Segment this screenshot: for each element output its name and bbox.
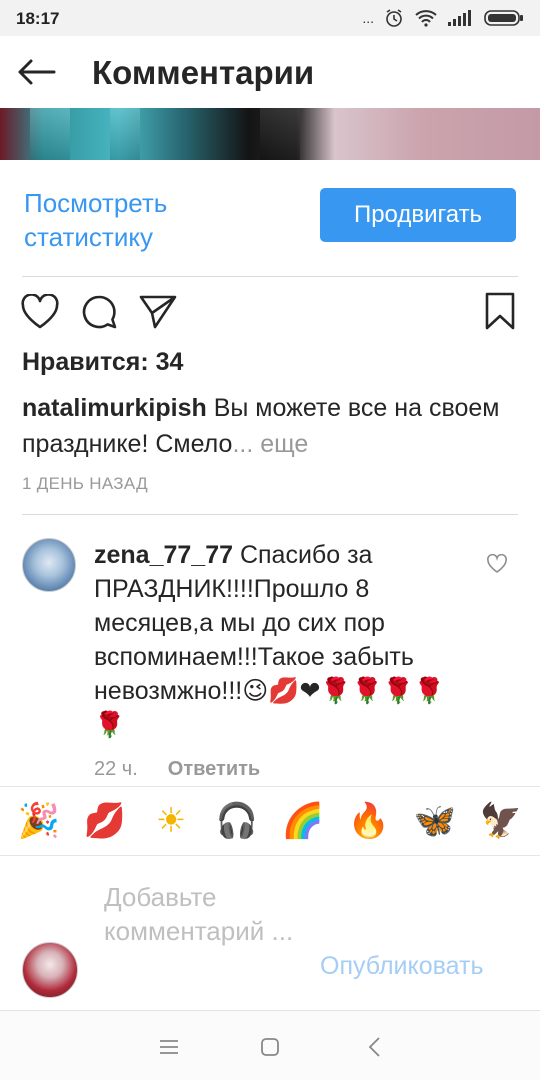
comment-input[interactable]: Добавьте комментарий ... xyxy=(104,880,304,948)
app-header: Комментарии xyxy=(0,36,540,108)
comment-body: zena_77_77 Спасибо за ПРАЗДНИК!!!!Прошло… xyxy=(94,538,464,742)
rainbow-emoji[interactable]: 🌈 xyxy=(278,801,328,841)
party-popper-emoji[interactable]: 🎉 xyxy=(14,801,64,841)
post-caption: natalimurkipish Вы можете все на своем п… xyxy=(22,390,512,462)
butterfly-emoji[interactable]: 🦋 xyxy=(410,801,460,841)
status-icons: ... xyxy=(362,8,524,28)
emoji-quick-bar: 🎉 💋 ☀ 🎧 🌈 🔥 🦋 🦅 xyxy=(0,786,540,856)
comment-timestamp: 22 ч. xyxy=(94,758,138,780)
alarm-icon xyxy=(386,9,402,27)
comment-heart-icon[interactable] xyxy=(486,554,508,574)
share-icon[interactable] xyxy=(138,294,178,330)
menu-icon xyxy=(160,1040,178,1054)
status-bar: 18:17 ... xyxy=(0,0,540,36)
likes-count[interactable]: Нравится: 34 xyxy=(22,348,183,377)
headphones-emoji[interactable]: 🎧 xyxy=(212,801,262,841)
comment-text: Спасибо за ПРАЗДНИК!!!!Прошло 8 месяцев,… xyxy=(94,541,445,739)
back-arrow-icon xyxy=(18,59,56,85)
view-stats-link[interactable]: Посмотреть статистику xyxy=(24,186,254,254)
bookmark-icon[interactable] xyxy=(484,292,516,330)
back-button[interactable] xyxy=(12,50,60,94)
signal-icon xyxy=(448,10,471,26)
eagle-emoji[interactable]: 🦅 xyxy=(476,801,526,841)
wifi-icon xyxy=(415,10,437,27)
system-nav-bar xyxy=(0,1010,540,1080)
menu-button[interactable] xyxy=(151,1029,187,1065)
post-image[interactable] xyxy=(0,108,540,160)
publish-button[interactable]: Опубликовать xyxy=(320,952,483,981)
back-nav-button[interactable] xyxy=(356,1029,392,1065)
comment-username[interactable]: zena_77_77 xyxy=(94,541,233,569)
reply-button[interactable]: Ответить xyxy=(168,758,260,781)
promote-button[interactable]: Продвигать xyxy=(320,188,516,242)
battery-icon xyxy=(484,10,523,26)
caption-username[interactable]: natalimurkipish xyxy=(22,394,207,422)
home-square-icon xyxy=(261,1038,279,1056)
page-title: Комментарии xyxy=(92,54,315,91)
comment-icon[interactable] xyxy=(80,294,118,332)
avatar xyxy=(22,942,78,998)
fire-emoji[interactable]: 🔥 xyxy=(344,801,394,841)
divider xyxy=(22,276,518,277)
caption-more-link[interactable]: ... еще xyxy=(232,430,308,458)
chevron-left-icon xyxy=(368,1037,380,1057)
sun-emoji[interactable]: ☀ xyxy=(146,801,196,841)
kiss-mark-emoji[interactable]: 💋 xyxy=(80,801,130,841)
divider xyxy=(22,514,518,515)
post-timestamp: 1 ДЕНЬ НАЗАД xyxy=(22,474,148,493)
avatar[interactable] xyxy=(22,538,76,592)
home-button[interactable] xyxy=(252,1029,288,1065)
comment-meta: 22 ч. Ответить xyxy=(94,758,260,781)
status-time: 18:17 xyxy=(16,9,60,28)
heart-icon[interactable] xyxy=(20,294,60,330)
status-dots: ... xyxy=(362,10,374,26)
